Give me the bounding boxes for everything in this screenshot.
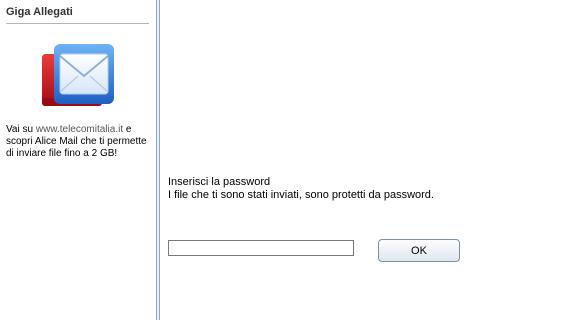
vertical-separator xyxy=(156,0,160,320)
sidebar-title: Giga Allegati xyxy=(6,6,73,18)
sidebar: Giga Allegati Vai su www.telecomitalia.i… xyxy=(0,0,156,320)
mail-envelope-icon xyxy=(42,44,114,106)
password-prompt-description: I file che ti sono stati inviati, sono p… xyxy=(168,189,434,201)
telecomitalia-link[interactable]: www.telecomitalia.it xyxy=(36,124,123,135)
promo-prefix: Vai su xyxy=(6,124,36,135)
password-input[interactable] xyxy=(168,240,354,256)
ok-button[interactable]: OK xyxy=(378,239,460,262)
password-prompt-title: Inserisci la password xyxy=(168,176,271,188)
page: Giga Allegati Vai su www.telecomitalia.i… xyxy=(0,0,568,320)
sidebar-divider xyxy=(6,23,149,24)
sidebar-promo-text: Vai su www.telecomitalia.it e scopri Ali… xyxy=(6,124,152,160)
